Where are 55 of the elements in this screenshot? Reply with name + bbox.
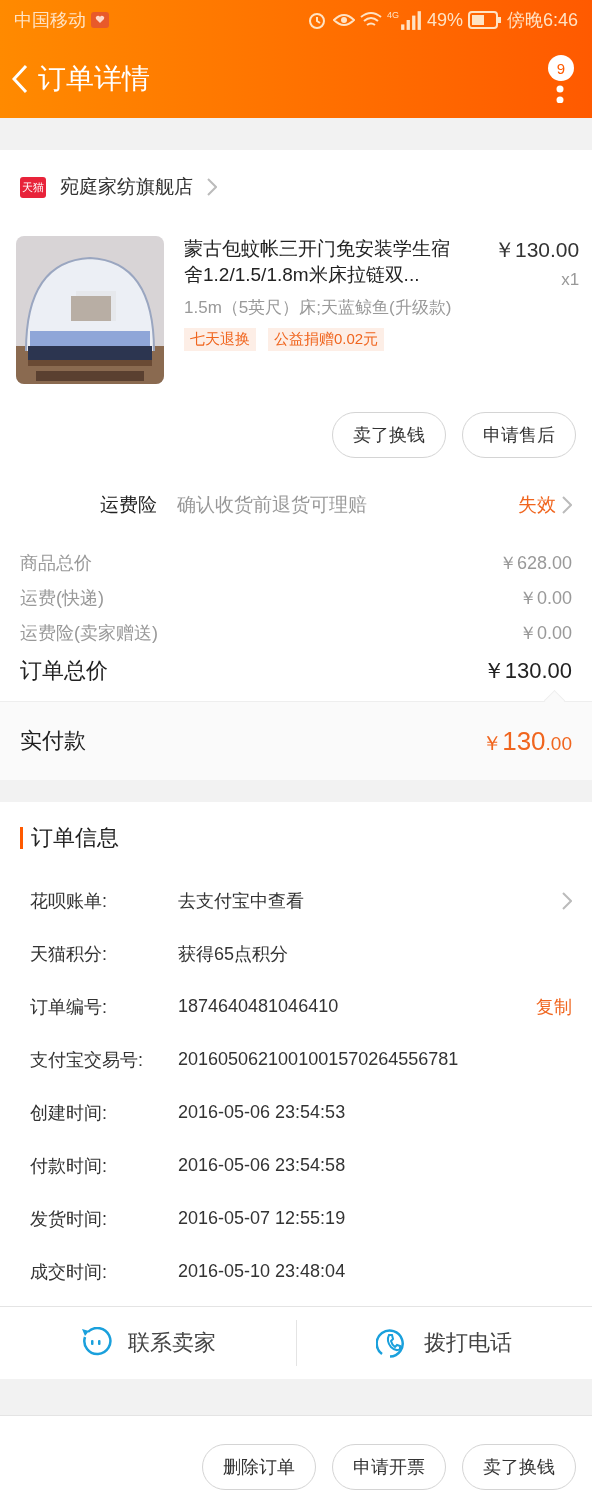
chevron-icon <box>562 891 572 910</box>
info-value: 2016050621001001570264556781 <box>178 1049 460 1070</box>
paid-label: 实付款 <box>20 727 86 755</box>
info-value: 1874640481046410 <box>178 996 340 1017</box>
page-title: 订单详情 <box>38 62 150 96</box>
action-button[interactable]: 申请售后 <box>462 412 576 458</box>
battery-icon <box>467 11 502 29</box>
product-quantity: x1 <box>561 270 580 290</box>
insurance-label: 运费险 <box>100 493 157 517</box>
info-value: 2016-05-06 23:54:58 <box>178 1155 347 1176</box>
clock-time: 傍晚6:46 <box>506 9 578 32</box>
cost-label: 运费(快递) <box>20 587 104 610</box>
action-button[interactable]: 卖了换钱 <box>462 1444 576 1490</box>
store-logo: 天猫 <box>20 176 46 198</box>
paid-amount: ￥130.00 <box>482 725 572 757</box>
info-value: 2016-05-07 12:55:19 <box>178 1208 347 1229</box>
cost-label: 商品总价 <box>20 552 92 575</box>
info-label: 支付宝交易号: <box>30 1048 144 1072</box>
info-value: 获得65点积分 <box>178 942 290 966</box>
info-label: 天猫积分: <box>30 942 108 966</box>
info-label: 订单编号: <box>30 995 108 1019</box>
service-tag: 七天退换 <box>184 328 256 351</box>
mail-icon <box>91 12 109 28</box>
chevron-icon <box>562 496 572 514</box>
product-price: ￥130.00 <box>494 237 580 263</box>
cost-value: ￥628.00 <box>498 552 572 575</box>
total-label: 订单总价 <box>20 657 108 685</box>
info-label: 发货时间: <box>30 1207 108 1231</box>
info-value: 2016-05-06 23:54:53 <box>178 1102 347 1123</box>
service-tag: 公益捐赠0.02元 <box>268 328 385 351</box>
cost-value: ￥0.00 <box>518 622 572 645</box>
product-title[interactable]: 蒙古包蚊帐三开门免安装学生宿舍1.2/1.5/1.8m米床拉链双... <box>184 236 460 288</box>
carrier-name: 中国移动 <box>14 9 86 32</box>
action-button[interactable]: 删除订单 <box>202 1444 316 1490</box>
total-value: ￥130.00 <box>482 657 572 685</box>
cost-label: 运费险(卖家赠送) <box>20 622 158 645</box>
notification-badge: 9 <box>548 55 574 81</box>
battery-percent: 49% <box>426 9 463 31</box>
info-label: 花呗账单: <box>30 889 108 913</box>
action-button[interactable]: 申请开票 <box>332 1444 446 1490</box>
product-variant: 1.5m（5英尺）床;天蓝鲸鱼(升级款) <box>184 297 453 319</box>
info-label: 成交时间: <box>30 1260 108 1284</box>
info-label: 付款时间: <box>30 1154 108 1178</box>
cost-value: ￥0.00 <box>518 587 572 610</box>
back-icon[interactable] <box>12 64 28 94</box>
insurance-description: 确认收货前退货可理赔 <box>177 493 368 517</box>
action-button[interactable]: 卖了换钱 <box>332 412 446 458</box>
info-label: 创建时间: <box>30 1101 108 1125</box>
signal-icon <box>399 10 422 30</box>
store-name[interactable]: 宛庭家纺旗舰店 <box>60 174 193 200</box>
network-type: 4G <box>386 10 399 20</box>
chevron-icon <box>207 178 217 196</box>
info-value: 2016-05-10 23:48:04 <box>178 1261 347 1282</box>
section-title: 订单信息 <box>31 824 119 852</box>
info-value[interactable]: 去支付宝中查看 <box>178 888 562 913</box>
